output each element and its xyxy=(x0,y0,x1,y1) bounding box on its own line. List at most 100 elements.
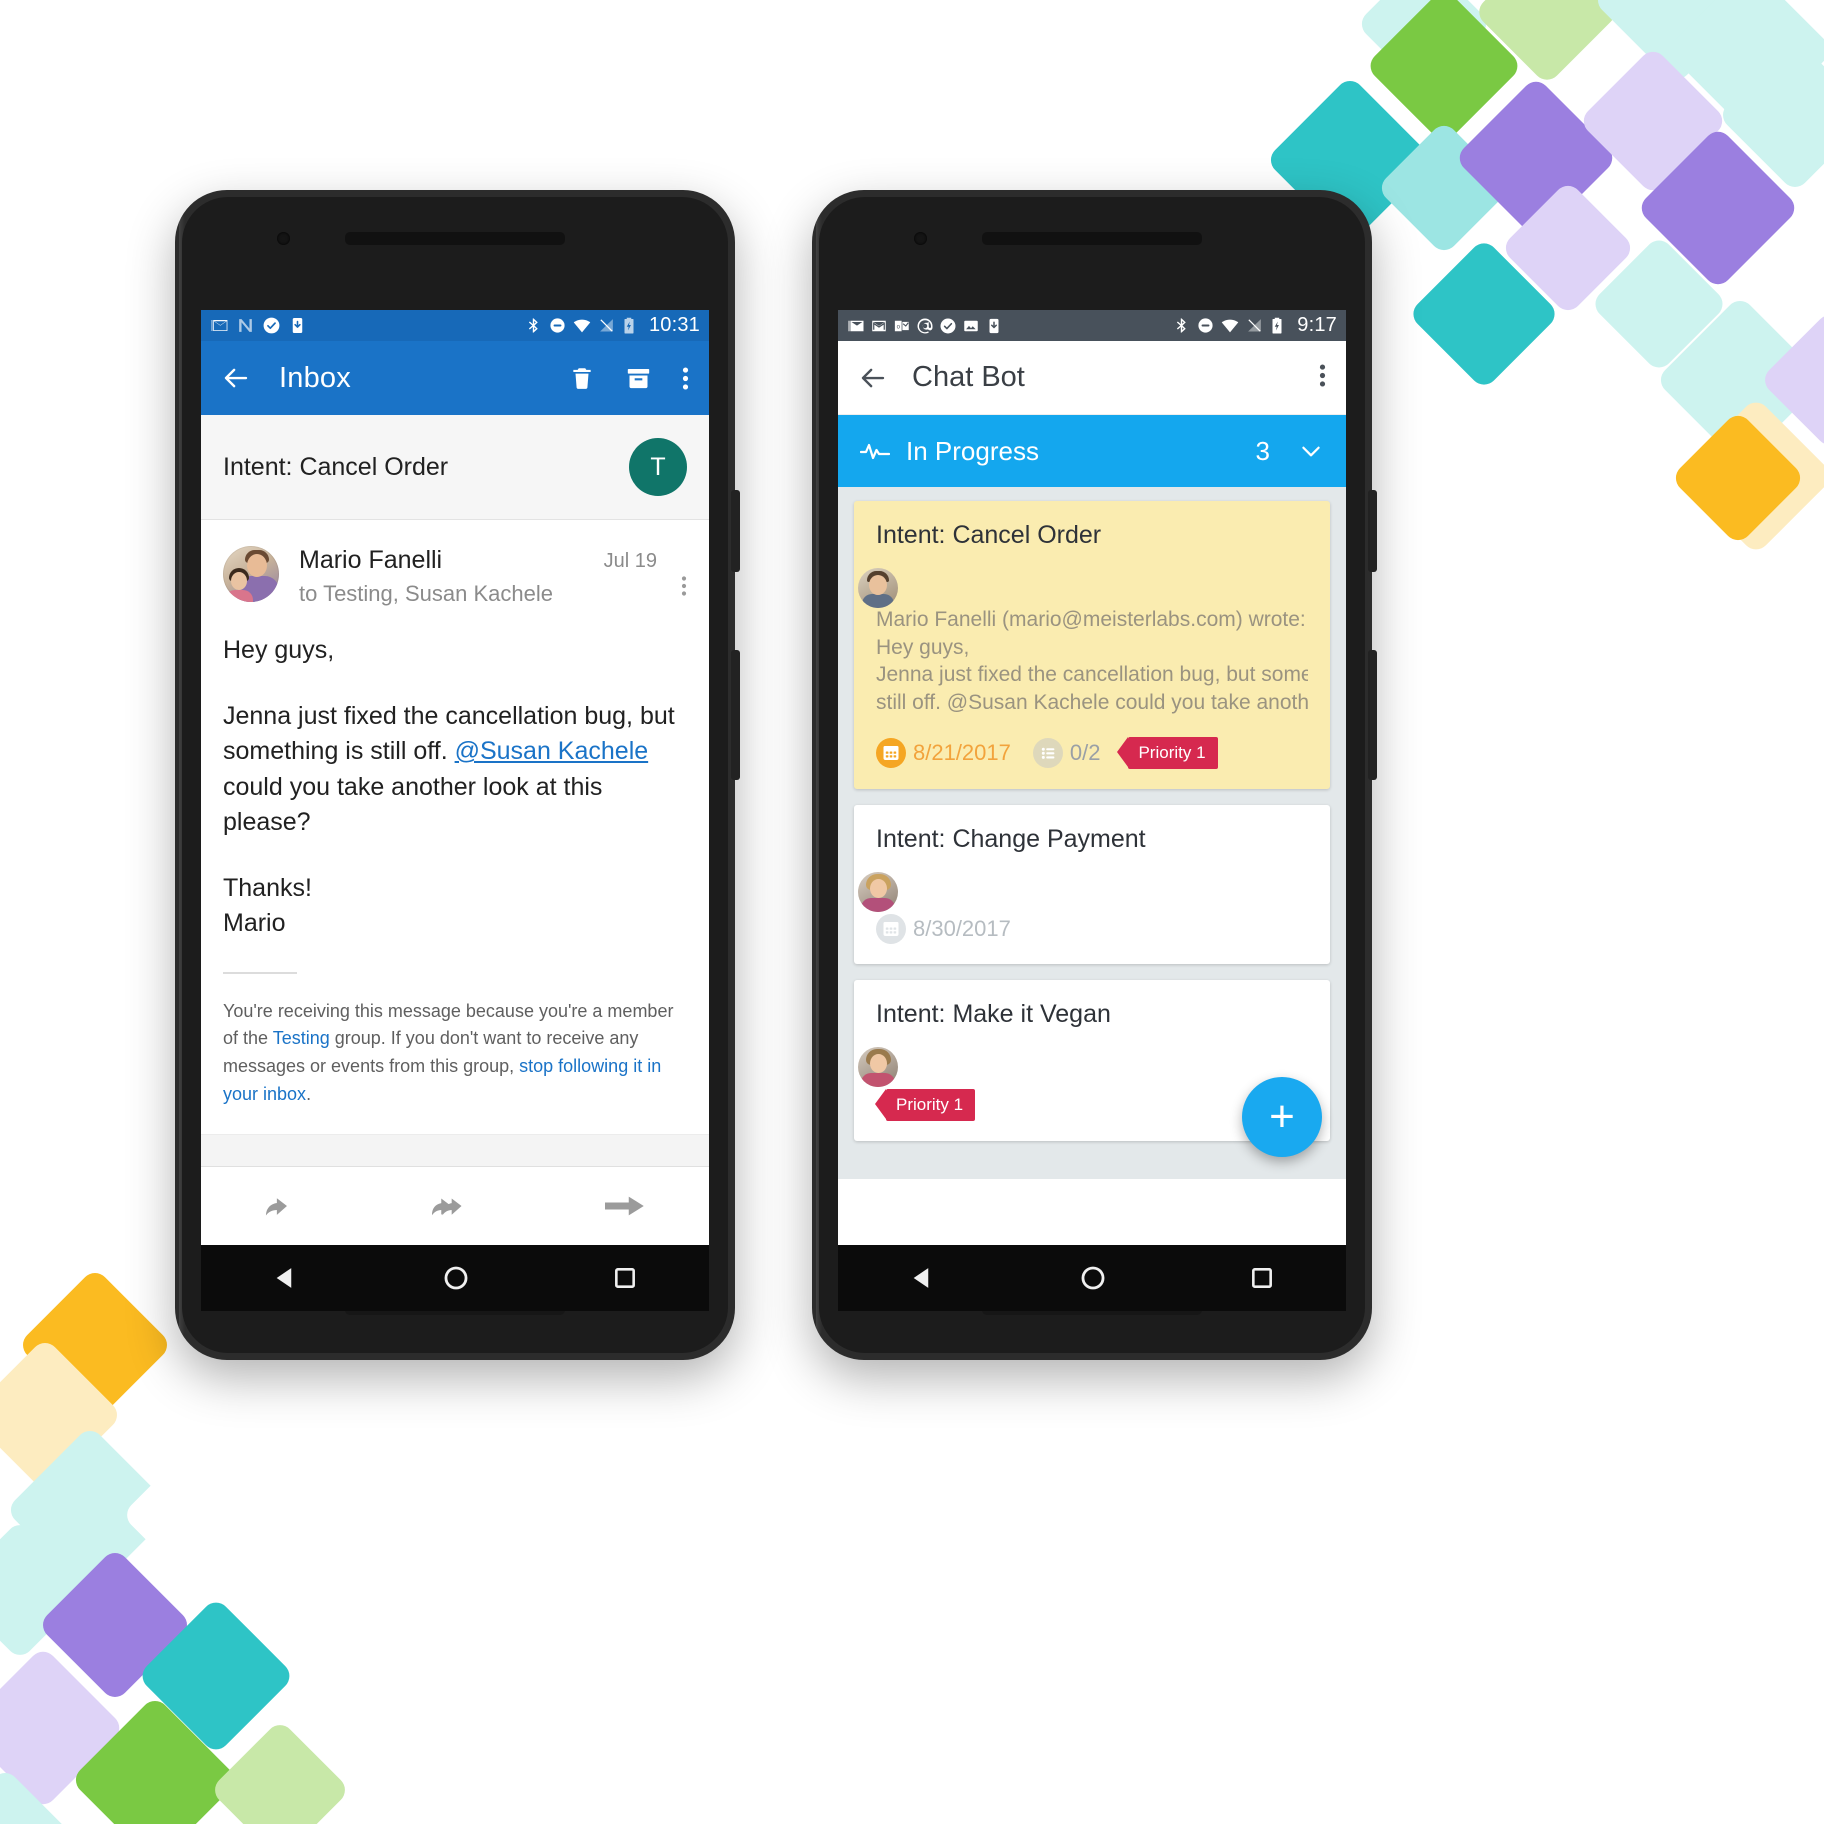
page-title: Chat Bot xyxy=(912,361,1025,393)
message-overflow-menu[interactable] xyxy=(681,546,687,603)
plus-icon: + xyxy=(1269,1092,1295,1141)
more-vert-icon xyxy=(681,576,687,596)
calendar-icon xyxy=(876,913,906,944)
app-bar-actions xyxy=(1319,362,1326,394)
do-not-disturb-icon xyxy=(1198,318,1213,333)
status-badge[interactable]: Priority 1 xyxy=(874,1088,976,1121)
photo-icon xyxy=(964,320,978,331)
back-triangle-icon[interactable] xyxy=(272,1264,300,1292)
email-body-greeting: Hey guys, xyxy=(223,636,335,664)
status-badge[interactable]: Priority 1 xyxy=(1117,736,1218,769)
decor-diamond xyxy=(121,1451,249,1579)
bluetooth-icon xyxy=(528,318,538,333)
due-date-text: 8/21/2017 xyxy=(913,739,1011,765)
status-bar-notification-icons: o xyxy=(847,317,1003,335)
do-not-disturb-icon xyxy=(550,318,565,333)
email-subject: Intent: Cancel Order xyxy=(223,452,449,481)
back-arrow-icon[interactable] xyxy=(858,363,888,393)
more-vert-icon[interactable] xyxy=(682,365,689,392)
task-card-meta: 8/21/2017 0/2 Priority 1 xyxy=(876,736,1308,769)
task-card-body-line: Hey guys, xyxy=(876,635,970,659)
chevron-down-icon[interactable] xyxy=(1298,438,1324,464)
screen-left: 10:31 Inbox Intent: Cancel Order T Mario… xyxy=(201,310,709,1245)
status-bar-clock: 9:17 xyxy=(1297,314,1337,336)
android-navigation-bar xyxy=(201,1245,709,1311)
sender-avatar xyxy=(223,546,279,602)
checklist-chip[interactable]: 0/2 xyxy=(1032,737,1101,768)
email-subject-row[interactable]: Intent: Cancel Order T xyxy=(201,415,709,520)
due-date-text: 8/30/2017 xyxy=(913,915,1011,941)
earpiece-speaker xyxy=(982,232,1202,245)
add-task-fab[interactable]: + xyxy=(1242,1077,1322,1157)
status-bar-notification-icons xyxy=(210,316,307,335)
outlook-icon: o xyxy=(894,320,909,331)
reply-all-icon[interactable] xyxy=(431,1191,476,1221)
task-card-avatar xyxy=(858,568,898,608)
back-triangle-icon[interactable] xyxy=(909,1264,937,1292)
power-button[interactable] xyxy=(1368,490,1377,572)
phone-device-right: o 9:17 Chat Bot In Progress 3 Intent: Ca… xyxy=(812,190,1377,1360)
due-date-chip[interactable]: 8/21/2017 xyxy=(876,737,1011,768)
email-footer-notice: You're receiving this message because yo… xyxy=(201,998,709,1110)
section-header-in-progress[interactable]: In Progress 3 xyxy=(838,415,1346,487)
recents-square-icon[interactable] xyxy=(1249,1265,1275,1291)
task-card-meta: 8/30/2017 xyxy=(876,913,1308,944)
task-card-body-line: still off. @Susan Kachele could you take… xyxy=(876,691,1308,715)
mention-link[interactable]: @Susan Kachele xyxy=(455,737,649,765)
battery-charging-icon xyxy=(624,317,634,333)
calendar-icon xyxy=(876,737,906,768)
due-date-chip[interactable]: 8/30/2017 xyxy=(876,913,1011,944)
volume-button[interactable] xyxy=(731,650,740,780)
sender-text-block: Mario Fanelli to Testing, Susan Kachele xyxy=(299,546,553,607)
email-body-thanks: Thanks! xyxy=(223,873,312,902)
front-camera xyxy=(914,232,927,245)
power-button[interactable] xyxy=(731,490,740,572)
home-circle-icon[interactable] xyxy=(442,1264,470,1292)
app-bar-actions xyxy=(569,365,689,392)
email-body-signature: Mario xyxy=(223,909,286,937)
gmail-icon xyxy=(848,320,864,331)
download-icon xyxy=(292,317,303,334)
email-sender-row[interactable]: Mario Fanelli to Testing, Susan Kachele … xyxy=(201,520,709,615)
email-date: Jul 19 xyxy=(603,550,657,572)
reply-icon[interactable] xyxy=(265,1191,303,1221)
wifi-icon xyxy=(1222,319,1239,332)
task-card-avatar xyxy=(858,1046,898,1087)
more-vert-icon[interactable] xyxy=(1319,362,1326,389)
home-circle-icon[interactable] xyxy=(1079,1264,1107,1292)
email-divider xyxy=(223,971,297,974)
avatar: T xyxy=(629,438,687,496)
email-body-main-part2: could you take another look at this plea… xyxy=(223,772,603,837)
nearby-icon xyxy=(239,319,252,332)
email-bottom-spacer xyxy=(201,1134,709,1167)
task-card[interactable]: Intent: Cancel Order Mario Fanelli (mari… xyxy=(854,501,1330,789)
phone-device-left: 10:31 Inbox Intent: Cancel Order T Mario… xyxy=(175,190,740,1360)
check-circle-icon xyxy=(263,317,280,334)
archive-icon[interactable] xyxy=(625,365,652,392)
status-bar-right: o 9:17 xyxy=(838,310,1346,341)
back-arrow-icon[interactable] xyxy=(221,363,251,393)
battery-charging-icon xyxy=(1272,317,1282,333)
email-body: Hey guys, Jenna just fixed the cancellat… xyxy=(201,615,709,942)
task-card-avatar xyxy=(858,871,898,912)
status-bar-left: 10:31 xyxy=(201,310,709,341)
email-reply-bar xyxy=(201,1166,709,1245)
chatbot-app-bar: Chat Bot xyxy=(838,341,1346,415)
check-circle-icon xyxy=(940,318,956,333)
recents-square-icon[interactable] xyxy=(612,1265,638,1291)
footer-group-link[interactable]: Testing xyxy=(273,1028,330,1048)
download-icon xyxy=(989,318,999,333)
forward-icon[interactable] xyxy=(604,1193,645,1219)
navbar-left-wrapper xyxy=(201,1245,709,1311)
gmail-icon xyxy=(872,320,886,331)
volume-button[interactable] xyxy=(1368,650,1377,780)
task-card-body: Mario Fanelli (mario@meisterlabs.com) wr… xyxy=(876,606,1308,717)
email-body-main: Jenna just fixed the cancellation bug, b… xyxy=(223,699,687,841)
section-label: In Progress xyxy=(906,435,1039,466)
delete-icon[interactable] xyxy=(569,365,595,391)
gmail-app-bar: Inbox xyxy=(201,341,709,415)
status-bar-system-icons: 9:17 xyxy=(1173,314,1337,337)
checklist-text: 0/2 xyxy=(1069,739,1101,765)
signal-off-icon xyxy=(600,319,613,332)
task-card[interactable]: Intent: Change Payment 8/30/2017 xyxy=(854,804,1330,964)
